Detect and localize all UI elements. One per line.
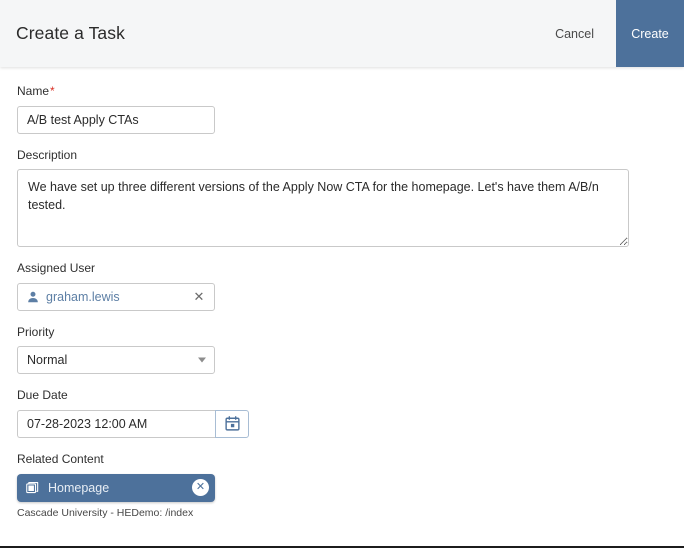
name-input[interactable] bbox=[17, 105, 215, 134]
description-label: Description bbox=[17, 147, 78, 162]
calendar-icon bbox=[224, 416, 240, 432]
page-title: Create a Task bbox=[16, 23, 125, 43]
field-name: Name* bbox=[17, 84, 667, 134]
name-label: Name* bbox=[17, 84, 667, 100]
clear-assigned-user-icon[interactable]: ✕ bbox=[190, 288, 208, 306]
related-content-chip[interactable]: Homepage ✕ bbox=[17, 473, 215, 502]
priority-select[interactable]: Normal bbox=[17, 346, 215, 375]
priority-select-wrapper: Normal bbox=[17, 346, 215, 375]
related-content-label: Related Content bbox=[17, 451, 104, 466]
remove-related-content-icon[interactable]: ✕ bbox=[192, 479, 209, 497]
related-content-caption: Cascade University - HEDemo: /index bbox=[17, 506, 194, 519]
field-description: Description We have set up three differe… bbox=[17, 148, 667, 248]
field-priority: Priority Normal bbox=[17, 325, 667, 375]
due-date-label: Due Date bbox=[17, 388, 68, 403]
priority-label: Priority bbox=[17, 324, 55, 339]
task-form: Name* Description We have set up three d… bbox=[0, 67, 684, 520]
create-task-dialog: Create a Task Cancel Create Name* Descri… bbox=[0, 0, 684, 548]
cancel-button[interactable]: Cancel bbox=[533, 0, 616, 67]
pages-icon bbox=[26, 482, 39, 494]
person-icon bbox=[28, 291, 38, 303]
due-date-group bbox=[17, 409, 249, 438]
assigned-user-field[interactable]: graham.lewis ✕ bbox=[17, 282, 215, 311]
description-textarea[interactable]: We have set up three different versions … bbox=[17, 169, 629, 248]
open-datepicker-button[interactable] bbox=[215, 409, 249, 438]
due-date-input[interactable] bbox=[17, 409, 215, 438]
name-label-text: Name bbox=[17, 84, 50, 98]
field-due-date: Due Date bbox=[17, 388, 667, 438]
required-indicator: * bbox=[50, 84, 55, 98]
assigned-user-value: graham.lewis bbox=[46, 289, 120, 304]
create-button[interactable]: Create bbox=[616, 0, 684, 67]
field-assigned-user: Assigned User graham.lewis ✕ bbox=[17, 261, 667, 311]
assigned-user-label: Assigned User bbox=[17, 261, 96, 276]
field-related-content: Related Content Homepage ✕ Cascade Unive… bbox=[17, 452, 667, 520]
header-actions: Cancel Create bbox=[533, 0, 684, 67]
dialog-header: Create a Task Cancel Create bbox=[0, 0, 684, 67]
related-content-value: Homepage bbox=[48, 480, 110, 495]
